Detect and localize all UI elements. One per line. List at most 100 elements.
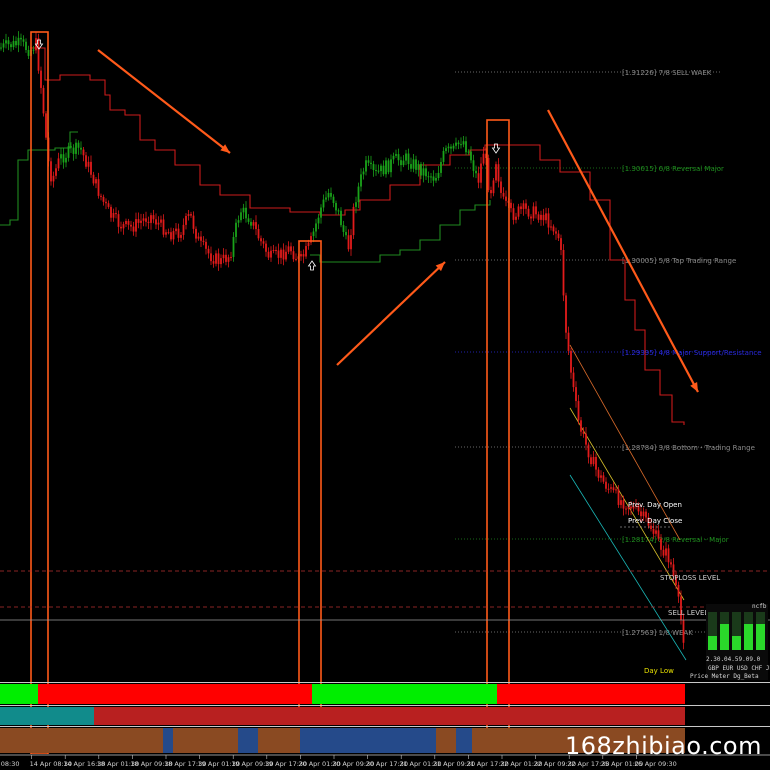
candle-body: [532, 206, 535, 219]
candle-body: [437, 172, 440, 179]
candle-body: [482, 153, 485, 164]
candle-body: [117, 214, 120, 227]
candle-body: [317, 217, 320, 224]
candle-body: [662, 549, 665, 556]
candle-body: [605, 481, 607, 489]
candle-body: [422, 168, 425, 176]
candle-body: [100, 195, 102, 197]
murrey-level-label: [1.28174] 2/8 Reversal - Major: [622, 536, 729, 544]
candle-body: [120, 226, 122, 229]
candle-body: [300, 254, 302, 257]
histogram-segment: [312, 684, 322, 704]
meter-caption: Price Meter Dg_Beta: [690, 673, 759, 680]
prev-day-open-label: Prev. Day Open: [628, 501, 682, 509]
murrey-level-label: [1.30615] 6/8 Reversal Major: [622, 165, 724, 173]
candle-body: [292, 251, 295, 260]
candle-body: [127, 220, 130, 225]
candle-body: [370, 162, 372, 165]
candle-body: [640, 511, 642, 517]
candle-body: [450, 146, 452, 149]
murrey-level-label: [1.29395] 4/8 Major Support/Resistance: [622, 349, 762, 357]
chart-window: [1.31226] 7/8 SELL WAEK [1.30615] 6/8 Rev…: [0, 0, 770, 770]
candle-body: [302, 254, 305, 257]
candle-body: [222, 254, 225, 259]
candle-body: [112, 213, 115, 218]
histogram-segment: [258, 728, 300, 753]
murrey-level-label: [1.31226] 7/8 SELL WAEK: [622, 69, 712, 77]
histogram-segment: [94, 707, 685, 725]
candle-body: [352, 206, 355, 236]
candle-body: [602, 475, 605, 482]
candle-body: [520, 206, 522, 210]
candle-body: [592, 456, 595, 465]
candle-body: [217, 253, 220, 265]
candle-body: [442, 150, 445, 162]
candle-body: [90, 161, 92, 175]
candle-body: [615, 489, 617, 491]
candle-body: [197, 236, 200, 239]
candle-body: [465, 141, 467, 153]
candle-body: [130, 224, 132, 227]
resistance-line: [30, 47, 685, 425]
candle-body: [290, 246, 292, 252]
meter-bar: [720, 624, 729, 650]
candle-body: [125, 220, 127, 225]
candle-body: [535, 206, 537, 215]
candle-body: [557, 233, 560, 239]
candle-body: [52, 175, 55, 182]
candle-body: [377, 170, 380, 172]
candle-body: [50, 161, 52, 182]
sell-level-label: SELL LEVEL: [668, 609, 708, 617]
candle-body: [502, 192, 505, 197]
price-chart: [1.31226] 7/8 SELL WAEK [1.30615] 6/8 Rev…: [0, 31, 770, 770]
candle-body: [567, 332, 570, 351]
candle-body: [82, 149, 85, 156]
candle-body: [0, 47, 2, 49]
candle-body: [305, 246, 307, 257]
candle-body: [612, 487, 615, 491]
candle-body: [105, 201, 107, 204]
candle-body: [60, 154, 62, 159]
candle-body: [515, 216, 517, 220]
candle-body: [245, 207, 247, 219]
candle-body: [220, 258, 222, 265]
candle-body: [345, 231, 347, 236]
pane-separator: [0, 705, 770, 706]
candle-body: [32, 49, 35, 51]
candle-body: [42, 87, 45, 114]
candle-body: [200, 236, 202, 241]
candle-body: [400, 160, 402, 166]
candle-body: [540, 214, 542, 220]
candle-body: [242, 207, 245, 213]
candle-body: [250, 221, 252, 226]
candle-body: [355, 202, 357, 207]
candle-body: [265, 243, 267, 252]
candle-body: [470, 151, 472, 161]
candle-body: [202, 240, 205, 242]
candle-body: [385, 160, 387, 175]
candle-body: [577, 401, 580, 421]
histogram-segment: [0, 684, 32, 704]
candle-body: [670, 562, 672, 565]
candle-body: [655, 530, 657, 534]
prev-day-close-label: Prev. Day Close: [628, 517, 682, 525]
candle-body: [270, 250, 272, 258]
candle-body: [232, 236, 235, 257]
candle-body: [87, 161, 90, 167]
stoploss-label: STOPLOSS LEVEL: [660, 574, 720, 582]
candle-body: [230, 256, 232, 258]
day-low-label: Day Low: [644, 667, 674, 675]
histogram-segment: [32, 684, 38, 704]
candle-body: [137, 219, 140, 223]
candle-body: [410, 164, 412, 169]
candle-body: [522, 203, 525, 210]
candle-body: [107, 203, 110, 207]
candle-body: [390, 159, 392, 173]
candle-body: [320, 207, 322, 218]
candle-body: [565, 295, 567, 333]
candles: [0, 31, 685, 650]
candle-body: [17, 37, 20, 46]
candle-body: [7, 40, 10, 45]
candle-body: [620, 500, 622, 505]
murrey-levels: [1.31226] 7/8 SELL WAEK [1.30615] 6/8 Rev…: [455, 69, 762, 637]
